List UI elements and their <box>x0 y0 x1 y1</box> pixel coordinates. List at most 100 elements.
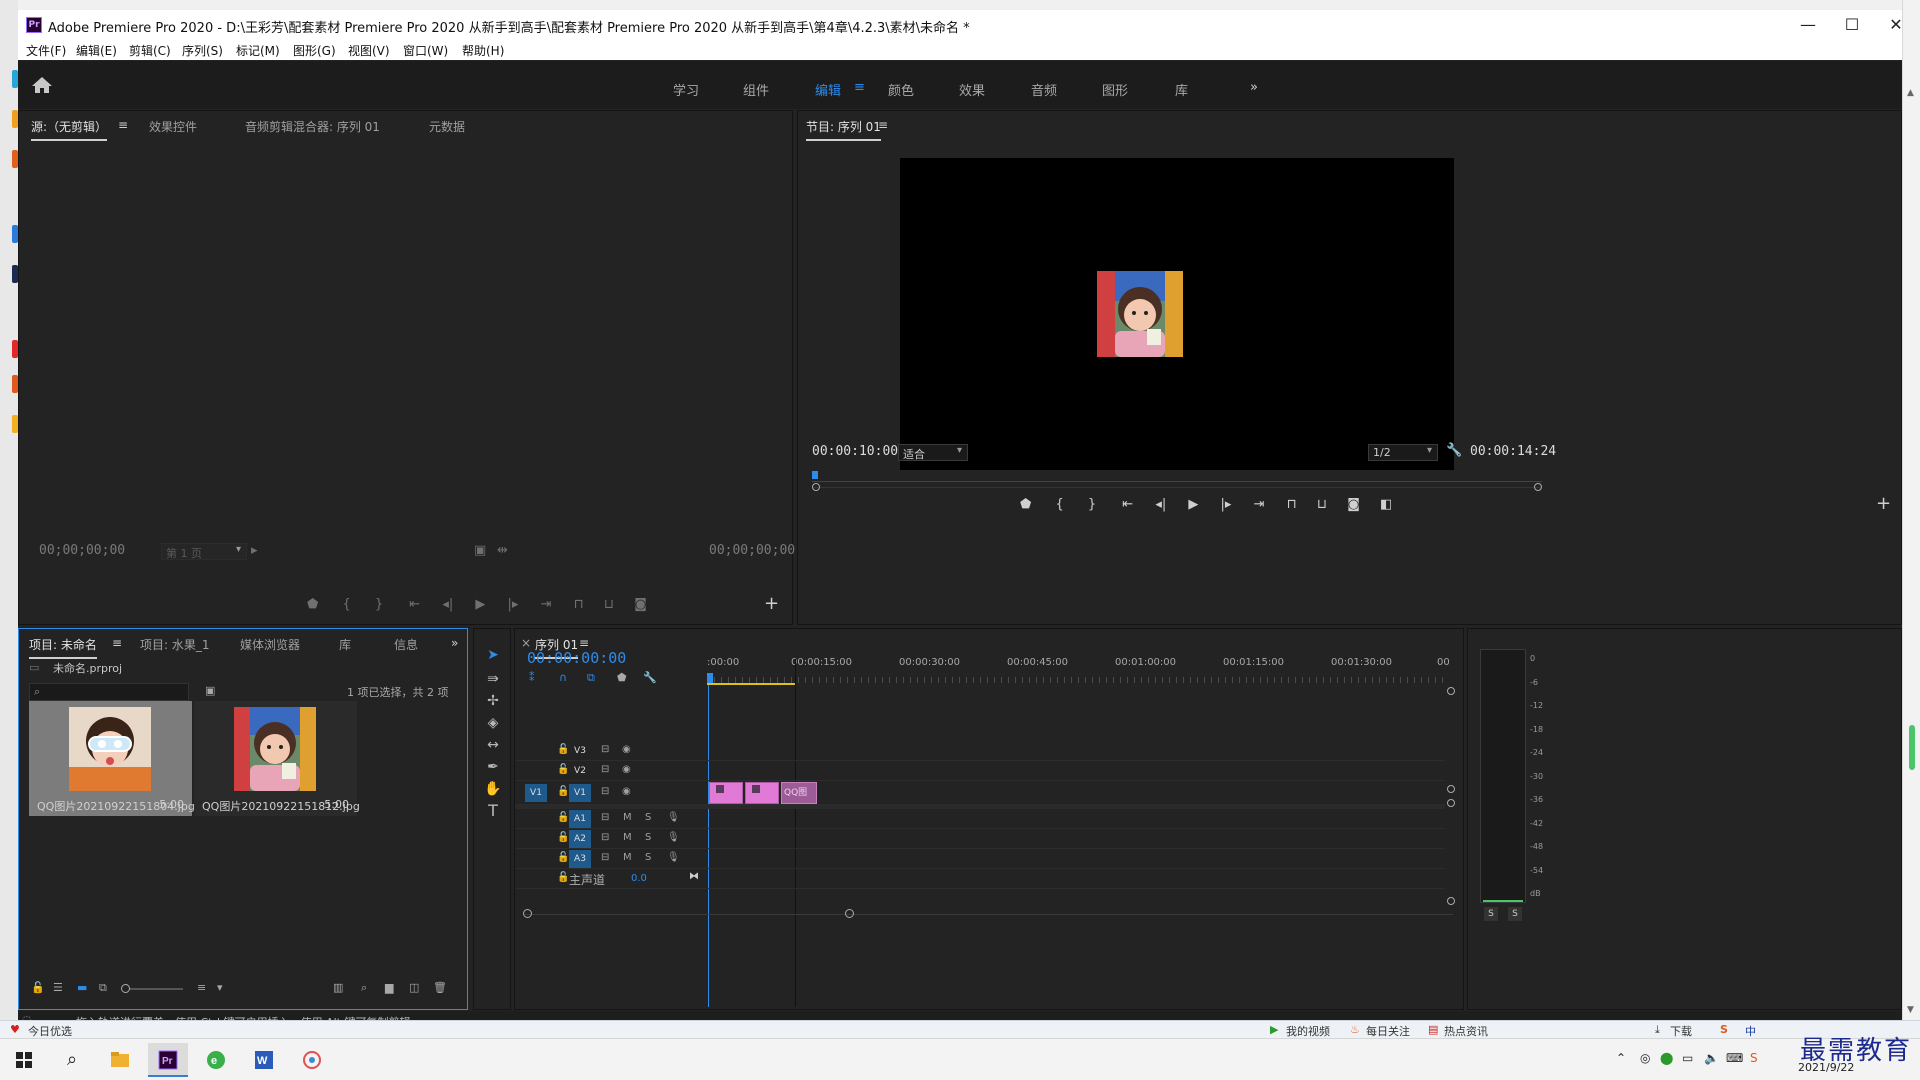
mute-button[interactable]: M <box>623 832 632 843</box>
type-tool-icon[interactable]: T <box>483 801 503 821</box>
mute-button[interactable]: M <box>623 812 632 823</box>
workspace-graphics[interactable]: 图形 <box>1102 80 1128 99</box>
mark-out-icon[interactable]: } <box>1088 497 1096 512</box>
pen-tool-icon[interactable]: ✒ <box>483 757 503 777</box>
master-volume-value[interactable]: 0.0 <box>631 873 647 884</box>
microphone-icon[interactable]: 🎙 <box>667 832 680 843</box>
meter-solo-left-button[interactable]: S <box>1484 907 1498 921</box>
mark-in-icon[interactable]: { <box>342 597 350 612</box>
lock-icon[interactable]: 🔓 <box>557 852 569 863</box>
timeline-timecode[interactable]: 00:00:00:00 <box>527 649 626 667</box>
eye-icon[interactable]: ◉ <box>622 764 631 775</box>
new-item-icon[interactable]: ◫ <box>409 981 419 994</box>
wrench-icon[interactable]: 🔧 <box>1446 443 1462 458</box>
track-a2-label[interactable]: A2 <box>569 830 591 848</box>
workspace-learn[interactable]: 学习 <box>673 80 699 99</box>
ime-icon[interactable]: ⌨ <box>1726 1051 1743 1065</box>
mute-button[interactable]: M <box>623 852 632 863</box>
menu-sequence[interactable]: 序列(S) <box>182 42 223 59</box>
solo-button[interactable]: S <box>645 812 651 823</box>
ripple-edit-tool-icon[interactable]: ✢ <box>483 691 503 711</box>
network-icon[interactable]: ▭ <box>1682 1051 1693 1065</box>
play-icon[interactable]: ▶ <box>475 597 485 612</box>
program-zoom-handle-left[interactable] <box>812 483 820 491</box>
sort-icon[interactable]: ≡ <box>197 981 206 994</box>
video-scroll-handle-bottom[interactable] <box>1447 785 1455 793</box>
mark-in-icon[interactable]: { <box>1055 497 1063 512</box>
solo-button[interactable]: S <box>645 852 651 863</box>
add-marker-icon[interactable]: ⬟ <box>307 597 318 612</box>
menu-help[interactable]: 帮助(H) <box>462 42 504 59</box>
track-v1-label[interactable]: V1 <box>569 784 591 802</box>
maximize-button[interactable]: ☐ <box>1832 14 1872 36</box>
lock-icon[interactable]: 🔓 <box>557 786 569 797</box>
browser-hot-news[interactable]: 热点资讯 <box>1444 1023 1488 1039</box>
selection-tool-icon[interactable]: ➤ <box>483 645 503 665</box>
tray-security-icon[interactable]: ⬤ <box>1660 1051 1673 1065</box>
new-search-bin-icon[interactable]: ▣ <box>205 684 215 697</box>
audio-scroll-handle-bottom[interactable] <box>1447 897 1455 905</box>
nest-icon[interactable]: ⁑ <box>529 671 535 684</box>
eye-icon[interactable]: ◉ <box>622 786 631 797</box>
scroll-thumb[interactable] <box>1909 725 1915 770</box>
work-area-bar[interactable] <box>707 683 795 685</box>
track-v3[interactable]: 🔓 V3 ⊟ ◉ <box>515 741 1445 761</box>
source-page-select[interactable]: 第 1 页 ▾ <box>161 543 247 560</box>
sync-lock-icon[interactable]: ⊟ <box>601 786 609 797</box>
freeform-view-icon[interactable]: ⧉ <box>99 981 107 995</box>
browser-download[interactable]: 下载 <box>1670 1023 1692 1039</box>
track-v3-label[interactable]: V3 <box>569 742 591 760</box>
start-button[interactable] <box>4 1043 44 1077</box>
track-a1-label[interactable]: A1 <box>569 810 591 828</box>
source-patch-v1[interactable]: V1 <box>525 784 547 802</box>
snap-icon[interactable]: ∩ <box>559 671 567 684</box>
source-timecode-in[interactable]: 00;00;00;00 <box>39 543 125 558</box>
microphone-icon[interactable]: 🎙 <box>667 812 680 823</box>
workspace-audio[interactable]: 音频 <box>1031 80 1057 99</box>
timeline-ruler[interactable]: :00:00 00:00:15:00 00:00:30:00 00:00:45:… <box>707 657 1450 697</box>
timeline-zoom-handle-right[interactable] <box>845 909 854 918</box>
browser-my-videos[interactable]: 我的视频 <box>1286 1023 1330 1039</box>
close-button[interactable]: ✕ <box>1876 14 1916 36</box>
timeline-zoom-handle-left[interactable] <box>523 909 532 918</box>
panel-overflow-icon[interactable]: » <box>451 636 458 650</box>
lock-icon[interactable]: 🔓 <box>557 764 569 775</box>
tab-sequence-menu-icon[interactable]: ≡ <box>579 636 589 650</box>
sync-lock-icon[interactable]: ⊟ <box>601 812 609 823</box>
home-icon[interactable] <box>30 75 54 95</box>
program-time-ruler[interactable] <box>812 471 1542 491</box>
tray-expand-icon[interactable]: ⌃ <box>1616 1051 1626 1065</box>
button-editor-plus-icon[interactable]: + <box>764 593 779 614</box>
program-video-frame[interactable] <box>900 158 1454 470</box>
zoom-slider[interactable] <box>121 984 183 993</box>
camera-icon[interactable]: ◙ <box>634 597 647 612</box>
timeline-playhead-handle[interactable] <box>707 673 713 683</box>
tab-effect-controls[interactable]: 效果控件 <box>149 118 197 135</box>
taskbar-paint[interactable] <box>292 1043 332 1077</box>
workspace-effects[interactable]: 效果 <box>959 80 985 99</box>
track-v2-label[interactable]: V2 <box>569 762 591 780</box>
track-a1[interactable]: 🔓 A1 ⊟ M S 🎙 <box>515 809 1445 829</box>
tab-info[interactable]: 信息 <box>394 636 418 653</box>
tab-libraries[interactable]: 库 <box>339 636 351 653</box>
volume-icon[interactable]: 🔈 <box>1704 1051 1719 1065</box>
track-master[interactable]: 🔓 主声道 0.0 ⧓ <box>515 869 1445 889</box>
button-editor-plus-icon[interactable]: + <box>1876 493 1891 514</box>
overwrite-icon[interactable]: ⊔ <box>604 597 614 612</box>
microphone-icon[interactable]: 🎙 <box>667 852 680 863</box>
new-bin-icon[interactable]: ▆ <box>385 981 393 994</box>
step-back-icon[interactable]: ◂| <box>442 597 453 612</box>
timeline-clip-1[interactable] <box>709 782 743 804</box>
tab-project-fruit[interactable]: 项目: 水果_1 <box>140 636 210 653</box>
video-scroll-handle-top[interactable] <box>1447 687 1455 695</box>
trash-icon[interactable]: 🗑 <box>433 981 447 994</box>
menu-edit[interactable]: 编辑(E) <box>76 42 117 59</box>
slip-tool-icon[interactable]: ↔ <box>483 735 503 755</box>
browser-right-scrollbar[interactable]: ▲ ▼ <box>1902 0 1920 1020</box>
scroll-up-icon[interactable]: ▲ <box>1907 88 1914 98</box>
play-icon[interactable]: ▶ <box>1188 497 1198 512</box>
track-a3[interactable]: 🔓 A3 ⊟ M S 🎙 <box>515 849 1445 869</box>
workspace-overflow-button[interactable]: » <box>1250 80 1258 95</box>
tab-program-menu-icon[interactable]: ≡ <box>878 118 888 132</box>
track-v1[interactable]: V1 🔓 V1 ⊟ ◉ QQ图 <box>515 781 1445 805</box>
